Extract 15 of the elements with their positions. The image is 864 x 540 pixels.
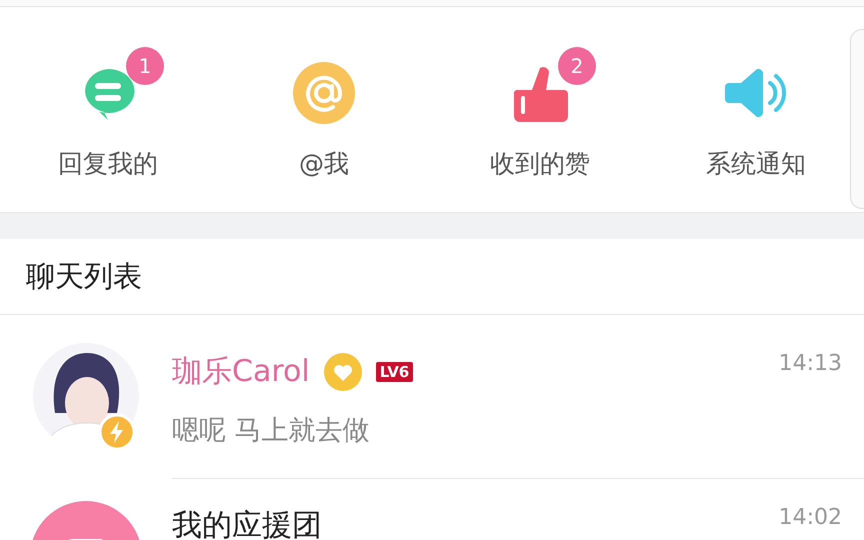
message-time: 14:13	[778, 351, 842, 376]
section-title: 聊天列表	[26, 258, 142, 294]
thumbs-up-icon	[512, 64, 568, 122]
speaker-icon	[725, 66, 787, 120]
count-badge: 2	[558, 47, 596, 85]
notification-label[interactable]: @我	[299, 147, 349, 180]
level-badge: LV6	[376, 362, 414, 382]
count-badge: 1	[126, 47, 164, 85]
notification-label[interactable]: 回复我的	[58, 147, 158, 180]
message-time: 14:02	[778, 505, 842, 530]
chat-name[interactable]: 我的应援团	[172, 505, 322, 540]
message-preview: 嗯呢 马上就去做	[172, 414, 371, 448]
notification-label[interactable]: 系统通知	[706, 147, 806, 180]
at-sign-icon	[293, 62, 355, 124]
notification-label[interactable]: 收到的赞	[490, 147, 590, 180]
